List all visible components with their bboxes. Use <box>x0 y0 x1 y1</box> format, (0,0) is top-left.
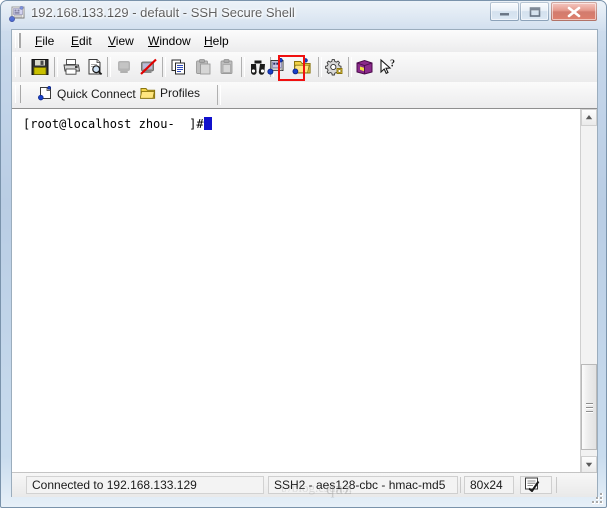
scroll-down-arrow[interactable] <box>581 456 597 473</box>
paste-button[interactable] <box>191 56 215 78</box>
quick-connect-icon <box>38 85 51 101</box>
application-window: 192.168.133.129 - default - SSH Secure S… <box>0 0 607 508</box>
quick-connect-button[interactable]: Quick Connect <box>38 85 136 104</box>
menu-item-file[interactable]: File <box>30 33 59 49</box>
toolbar-separator-1 <box>54 57 58 77</box>
profiles-label: Profiles <box>160 86 201 100</box>
print-button[interactable] <box>59 56 83 78</box>
toolbar-drag-grip[interactable] <box>15 57 21 77</box>
minimize-button[interactable] <box>490 2 519 21</box>
menu-item-window[interactable]: Window <box>143 33 196 49</box>
terminal-prompt-line: [root@localhost zhou- ]# <box>23 117 212 131</box>
status-encoding <box>520 476 552 494</box>
copy-button[interactable] <box>167 56 191 78</box>
folder-icon <box>139 88 156 99</box>
client-area: File Edit View Window Help ? Quick Conne… <box>11 29 598 497</box>
terminal-cursor <box>203 117 212 130</box>
print-preview-button[interactable] <box>83 56 107 78</box>
menu-file-rest: ile <box>42 34 55 48</box>
svg-text:?: ? <box>390 59 395 70</box>
status-divider-b <box>556 477 557 493</box>
status-cipher: SSH2 - aes128-cbc - hmac-md5 <box>268 476 458 494</box>
status-divider-a <box>460 477 461 493</box>
file-transfer-button[interactable] <box>290 56 314 78</box>
menu-item-edit[interactable]: Edit <box>66 33 97 49</box>
settings-button[interactable] <box>322 56 346 78</box>
toolbar-separator-3 <box>162 57 166 77</box>
main-toolbar: ? <box>12 52 597 83</box>
profiles-button[interactable]: Profiles <box>139 86 201 104</box>
scrollbar-thumb-grip <box>586 403 593 413</box>
menu-edit-rest: dit <box>79 34 92 48</box>
toolbar-separator-2 <box>107 57 111 77</box>
menu-item-help[interactable]: Help <box>199 33 234 49</box>
menu-window-rest: indow <box>159 34 191 48</box>
menu-help-rest: elp <box>212 34 229 48</box>
title-bar: 192.168.133.129 - default - SSH Secure S… <box>1 1 606 29</box>
paste-alt-button[interactable] <box>215 56 239 78</box>
vertical-scrollbar[interactable] <box>580 109 597 473</box>
help-book-button[interactable] <box>352 56 376 78</box>
menu-drag-grip[interactable] <box>15 33 21 48</box>
ssh-app-icon <box>9 5 26 23</box>
resize-grip[interactable] <box>590 491 603 504</box>
new-terminal-button[interactable] <box>264 56 288 78</box>
terminal-prompt-text: [root@localhost zhou- ]# <box>23 117 204 131</box>
terminal-output[interactable]: [root@localhost zhou- ]# <box>12 109 580 473</box>
connect-toolbar: Quick Connect Profiles <box>12 82 597 109</box>
quick-connect-label: Quick Connect <box>57 87 136 101</box>
status-bar: Connected to 192.168.133.129 SSH2 - aes1… <box>12 472 597 497</box>
menu-item-view[interactable]: View <box>103 33 139 49</box>
window-title: 192.168.133.129 - default - SSH Secure S… <box>31 5 295 20</box>
save-button[interactable] <box>28 56 52 78</box>
terminal-container: [root@localhost zhou- ]# <box>12 108 597 473</box>
connect-toolbar-separator <box>217 85 221 105</box>
context-help-button[interactable]: ? <box>376 56 400 78</box>
connect-toolbar-grip[interactable] <box>15 85 21 103</box>
scrollbar-thumb[interactable] <box>581 364 597 450</box>
menu-view-rest: iew <box>115 34 134 48</box>
close-button[interactable] <box>551 2 597 21</box>
maximize-button[interactable] <box>520 2 549 21</box>
scroll-up-arrow[interactable] <box>581 109 597 126</box>
status-terminal-size: 80x24 <box>464 476 514 494</box>
encoding-icon <box>525 477 540 493</box>
status-connection: Connected to 192.168.133.129 <box>26 476 264 494</box>
status-blank <box>560 476 590 494</box>
connect-button[interactable] <box>112 56 136 78</box>
disconnect-button[interactable] <box>136 56 160 78</box>
menu-bar: File Edit View Window Help <box>12 30 597 53</box>
toolbar-separator-4 <box>241 57 245 77</box>
